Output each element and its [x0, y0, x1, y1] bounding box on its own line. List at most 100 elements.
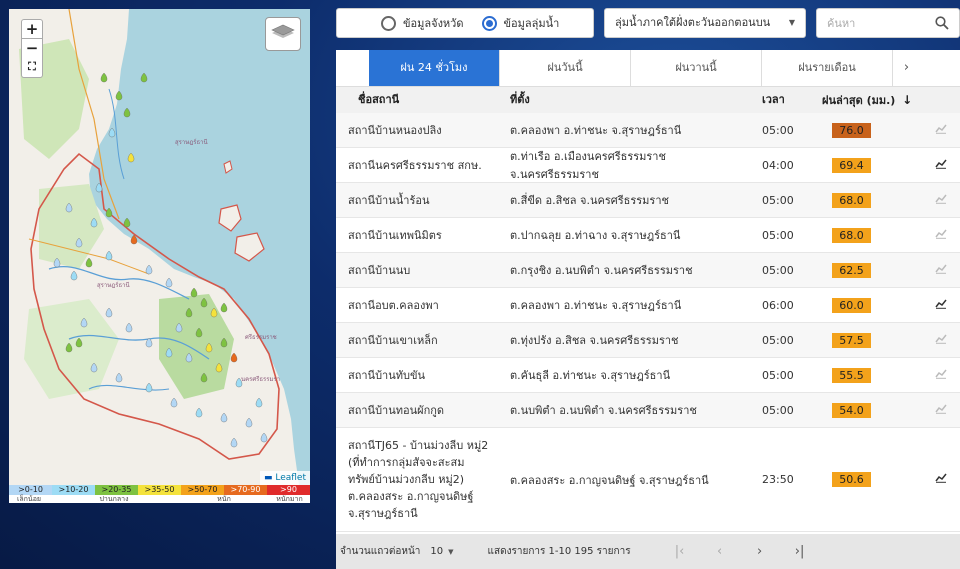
map-place-label: นครศรีธรรมรา: [241, 375, 280, 383]
station-time: 23:50: [762, 473, 794, 486]
station-location: ต.คันธุลี อ.ท่าชนะ จ.สุราษฎร์ธานี: [510, 369, 671, 382]
legend-name: หนักมาก: [276, 495, 303, 503]
tab-rain-monthly[interactable]: ฝนรายเดือน: [762, 50, 893, 86]
prev-page-icon[interactable]: ‹: [711, 544, 729, 559]
station-location: ต.กรุงชิง อ.นบพิตำ จ.นครศรีธรรมราช: [510, 264, 693, 277]
rain-value-badge: 69.4: [832, 157, 871, 173]
legend-swatch: >10-20: [52, 485, 95, 495]
header-location[interactable]: ที่ตั้ง: [496, 87, 757, 113]
table-row[interactable]: สถานีTJ65 - บ้านม่วงลีบ หมู่2 (ที่ทำการกล…: [336, 428, 960, 532]
table-row[interactable]: สถานีบ้านเทพนิมิตร ต.ปากฉลุย อ.ท่าฉาง จ.ส…: [336, 218, 960, 253]
map-place-label: สุราษฎร์ธานี: [175, 138, 208, 146]
radio-basin[interactable]: ข้อมูลลุ่มน้ำ: [481, 14, 560, 32]
next-page-icon[interactable]: ›: [751, 544, 769, 559]
station-name[interactable]: สถานีอบต.คลองพา: [336, 297, 496, 314]
legend-name: หนัก: [217, 495, 231, 503]
station-name[interactable]: สถานีบ้านหนองปลิง: [336, 122, 496, 139]
rain-value-badge: 68.0: [832, 227, 871, 243]
station-time: 04:00: [762, 158, 794, 172]
station-time: 05:00: [762, 333, 794, 347]
rain-value-badge: 60.0: [832, 297, 871, 313]
chart-line-icon[interactable]: [935, 124, 947, 137]
map-canvas[interactable]: สุราษฎร์ธานี ศรีธรรมราช นครศรีธรรมรา สุร…: [9, 9, 310, 485]
rain-value-badge: 54.0: [832, 402, 871, 418]
station-name[interactable]: สถานีบ้านทอนผักกูด: [336, 402, 496, 419]
fullscreen-icon[interactable]: ⛶: [21, 58, 43, 78]
station-name[interactable]: สถานีบ้านน้ำร้อน: [336, 192, 496, 209]
station-time: 05:00: [762, 263, 794, 277]
pagination-range: แสดงรายการ 1-10 195 รายการ: [487, 546, 631, 557]
station-location: ต.คลองพา อ.ท่าชนะ จ.สุราษฎร์ธานี: [510, 299, 682, 312]
legend-swatch: >0-10: [9, 485, 52, 495]
layers-button[interactable]: [265, 17, 301, 51]
basin-select[interactable]: ลุ่มน้ำภาคใต้ฝั่งตะวันออกตอนบน ▼: [604, 8, 806, 38]
station-name[interactable]: สถานีบ้านเทพนิมิตร: [336, 227, 496, 244]
leaflet-flag-icon: ▬: [263, 473, 273, 483]
table-row[interactable]: สถานีบ้านเขาเหล็ก ต.ทุ่งปรัง อ.สิชล จ.นคร…: [336, 323, 960, 358]
chart-line-icon[interactable]: [935, 473, 947, 486]
first-page-icon[interactable]: |‹: [671, 544, 689, 559]
table-row[interactable]: สถานีบ้านหนองปลิง ต.คลองพา อ.ท่าชนะ จ.สุร…: [336, 113, 960, 148]
station-location: ต.ท่าเรือ อ.เมืองนครศรีธรรมราช จ.นครศรีธ…: [510, 150, 666, 181]
rows-per-page-label: จำนวนแถวต่อหน้า: [340, 546, 421, 557]
table-row[interactable]: สถานีนครศรีธรรมราช สกษ. ต.ท่าเรือ อ.เมือง…: [336, 148, 960, 183]
chart-line-icon[interactable]: [935, 369, 947, 382]
tab-rain-yesterday[interactable]: ฝนวานนี้: [631, 50, 762, 86]
radio-province-circle[interactable]: [381, 15, 396, 31]
table-row[interactable]: สถานีบ้านน้ำร้อน ต.สี่ขีด อ.สิชล จ.นครศรี…: [336, 183, 960, 218]
station-time: 05:00: [762, 403, 794, 417]
rows-per-page-select[interactable]: 10 ▼: [430, 546, 453, 557]
station-name[interactable]: สถานีบ้านนบ: [336, 262, 496, 279]
station-location: ต.คลองพา อ.ท่าชนะ จ.สุราษฎร์ธานี: [510, 124, 682, 137]
map-place-label: สุราษฎร์ธานี: [97, 281, 130, 289]
zoom-in-button[interactable]: +: [21, 19, 43, 39]
search-input[interactable]: [817, 9, 927, 37]
rain-table-panel: ฝน 24 ชั่วโมง ฝนวันนี้ ฝนวานนี้ ฝนรายเดื…: [336, 50, 960, 569]
rain-map[interactable]: สุราษฎร์ธานี ศรีธรรมราช นครศรีธรรมรา สุร…: [9, 9, 310, 503]
chart-line-icon[interactable]: [935, 264, 947, 277]
radio-basin-circle[interactable]: [481, 15, 497, 31]
table-row[interactable]: สถานีบ้านทับขัน ต.คันธุลี อ.ท่าชนะ จ.สุรา…: [336, 358, 960, 393]
header-time[interactable]: เวลา: [757, 87, 822, 113]
zoom-out-button[interactable]: −: [21, 39, 43, 59]
legend-swatch: >35-50: [138, 485, 181, 495]
legend-swatch: >90: [267, 485, 310, 495]
station-name[interactable]: สถานีTJ65 - บ้านม่วงลีบ หมู่2 (ที่ทำการกล…: [336, 437, 496, 522]
station-name[interactable]: สถานีนครศรีธรรมราช สกษ.: [336, 157, 496, 174]
station-name[interactable]: สถานีบ้านเขาเหล็ก: [336, 332, 496, 349]
table-header: ชื่อสถานี ที่ตั้ง เวลา ฝนล่าสุด (มม.) ↓: [336, 87, 960, 113]
basin-select-value: ลุ่มน้ำภาคใต้ฝั่งตะวันออกตอนบน: [615, 16, 771, 29]
tab-rain-24h[interactable]: ฝน 24 ชั่วโมง: [369, 50, 500, 86]
rain-value-badge: 62.5: [832, 262, 871, 278]
legend-swatch: >70-90: [224, 485, 267, 495]
station-time: 05:00: [762, 228, 794, 242]
map-attribution[interactable]: ▬ Leaflet: [259, 471, 310, 485]
last-page-icon[interactable]: ›|: [791, 544, 809, 559]
radio-province[interactable]: ข้อมูลจังหวัด: [381, 14, 464, 32]
chart-line-icon[interactable]: [935, 159, 947, 172]
station-name[interactable]: สถานีบ้านทับขัน: [336, 367, 496, 384]
chart-line-icon[interactable]: [935, 404, 947, 417]
chart-line-icon[interactable]: [935, 299, 947, 312]
chart-line-icon[interactable]: [935, 229, 947, 242]
chart-line-icon[interactable]: [935, 194, 947, 207]
station-time: 05:00: [762, 193, 794, 207]
radio-basin-label[interactable]: ข้อมูลลุ่มน้ำ: [504, 14, 560, 32]
chevron-right-icon[interactable]: ›: [893, 50, 920, 86]
header-station[interactable]: ชื่อสถานี: [336, 87, 496, 113]
rain-value-badge: 68.0: [832, 192, 871, 208]
rain-value-badge: 55.5: [832, 367, 871, 383]
legend-name: เล็กน้อย: [16, 495, 41, 503]
radio-province-label[interactable]: ข้อมูลจังหวัด: [403, 14, 464, 32]
chart-line-icon[interactable]: [935, 334, 947, 347]
search-box[interactable]: [816, 8, 960, 38]
table-row[interactable]: สถานีบ้านนบ ต.กรุงชิง อ.นบพิตำ จ.นครศรีธร…: [336, 253, 960, 288]
table-row[interactable]: สถานีบ้านทอนผักกูด ต.นบพิตำ อ.นบพิตำ จ.นค…: [336, 393, 960, 428]
search-icon[interactable]: [935, 16, 949, 30]
header-rain[interactable]: ฝนล่าสุด (มม.) ↓: [822, 87, 922, 113]
table-row[interactable]: สถานีอบต.คลองพา ต.คลองพา อ.ท่าชนะ จ.สุราษ…: [336, 288, 960, 323]
station-time: 06:00: [762, 298, 794, 312]
tab-rain-today[interactable]: ฝนวันนี้: [500, 50, 631, 86]
legend-name: ปานกลาง: [99, 495, 129, 503]
station-location: ต.คลองสระ อ.กาญจนดิษฐ์ จ.สุราษฎร์ธานี: [510, 473, 709, 487]
